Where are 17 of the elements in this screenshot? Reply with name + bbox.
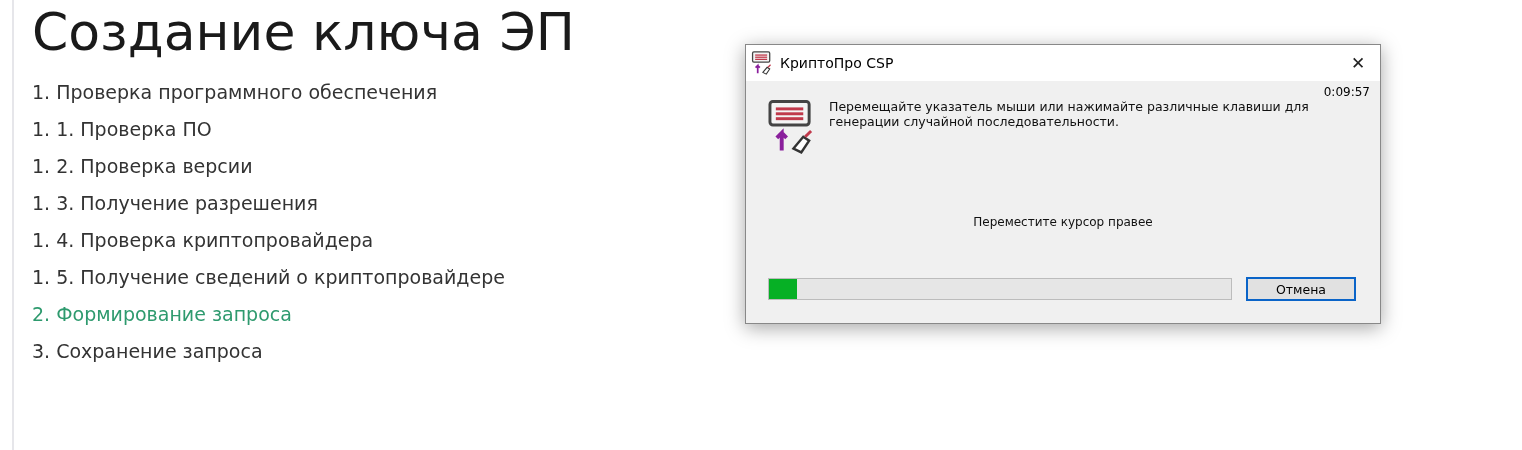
timer-text: 0:09:57 <box>1323 85 1370 99</box>
step-item[interactable]: 1. 1. Проверка ПО <box>32 111 212 148</box>
step-item[interactable]: 2. Формирование запроса <box>32 296 292 333</box>
cancel-button[interactable]: Отмена <box>1246 277 1356 301</box>
instruction-text: Перемещайте указатель мыши или нажимайте различные клавиши для генерации случайной последовательности. <box>829 99 1310 131</box>
step-item[interactable]: 1. Проверка программного обеспечения <box>32 74 438 111</box>
step-item[interactable]: 1. 3. Получение разрешения <box>32 185 318 222</box>
step-item[interactable]: 1. 2. Проверка версии <box>32 148 253 185</box>
keyboard-mouse-icon <box>768 99 815 155</box>
hint-text: Переместите курсор правее <box>972 215 1154 229</box>
keyboard-mouse-icon <box>751 51 773 75</box>
window-title: КриптоПро CSP <box>780 55 895 71</box>
step-item[interactable]: 3. Сохранение запроса <box>32 333 263 370</box>
page-title: Создание ключа ЭП <box>32 1 575 64</box>
close-button[interactable]: ✕ <box>1336 53 1380 73</box>
step-item[interactable]: 1. 5. Получение сведений о криптопровайдере <box>32 259 505 296</box>
step-item[interactable]: 1. 4. Проверка криптопровайдера <box>32 222 374 259</box>
